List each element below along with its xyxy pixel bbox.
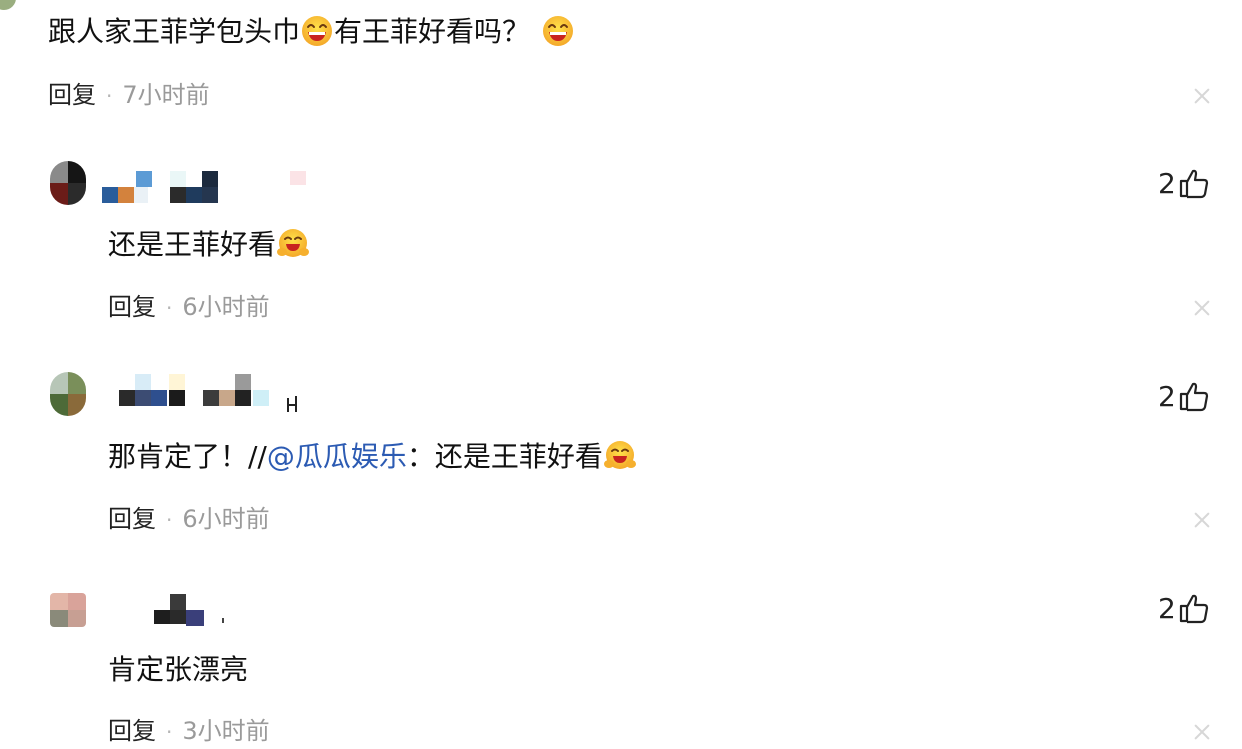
comment-meta: 回复 · 6小时前: [108, 505, 270, 533]
close-icon[interactable]: [1192, 510, 1212, 530]
like-button[interactable]: 2: [1158, 163, 1210, 203]
timestamp: 6小时前: [182, 293, 270, 321]
avatar[interactable]: [0, 0, 16, 10]
like-button[interactable]: 2: [1158, 376, 1210, 416]
like-count: 2: [1158, 379, 1176, 413]
timestamp: 6小时前: [182, 505, 270, 533]
timestamp: 3小时前: [182, 717, 270, 745]
like-count: 2: [1158, 166, 1176, 200]
reply-button[interactable]: 回复: [48, 81, 96, 109]
thumbs-up-icon: [1179, 169, 1208, 199]
comment-meta: 回复 · 3小时前: [108, 717, 270, 745]
comment-text: 还是王菲好看: [108, 225, 310, 265]
comment-text: 跟人家王菲学包头巾 有王菲好看吗？: [48, 12, 575, 52]
close-icon[interactable]: [1192, 298, 1212, 318]
comment-meta: 回复 · 7小时前: [48, 81, 210, 109]
comment-text: 肯定张漂亮: [108, 653, 249, 686]
hugging-face-icon: [277, 228, 309, 260]
grinning-face-icon: [542, 15, 574, 47]
comment-meta: 回复 · 6小时前: [108, 293, 270, 321]
close-icon[interactable]: [1192, 722, 1212, 742]
username-redacted[interactable]: [150, 594, 240, 630]
avatar[interactable]: [50, 593, 86, 627]
close-icon[interactable]: [1192, 86, 1212, 106]
timestamp: 7小时前: [122, 81, 210, 109]
like-count: 2: [1158, 591, 1176, 625]
thumbs-up-icon: [1179, 594, 1208, 624]
thumbs-up-icon: [1179, 382, 1208, 412]
username-redacted[interactable]: [100, 170, 310, 204]
hugging-face-icon: [604, 440, 636, 472]
avatar[interactable]: [50, 161, 86, 205]
like-button[interactable]: 2: [1158, 588, 1210, 628]
grinning-face-icon: [301, 15, 333, 47]
avatar[interactable]: [50, 372, 86, 416]
reply-button[interactable]: 回复: [108, 293, 156, 321]
mention-link[interactable]: @瓜瓜娱乐: [267, 440, 407, 473]
username-redacted[interactable]: [115, 374, 315, 414]
reply-button[interactable]: 回复: [108, 505, 156, 533]
comment-text: 那肯定了！//@瓜瓜娱乐：还是王菲好看: [108, 437, 637, 477]
reply-button[interactable]: 回复: [108, 717, 156, 745]
